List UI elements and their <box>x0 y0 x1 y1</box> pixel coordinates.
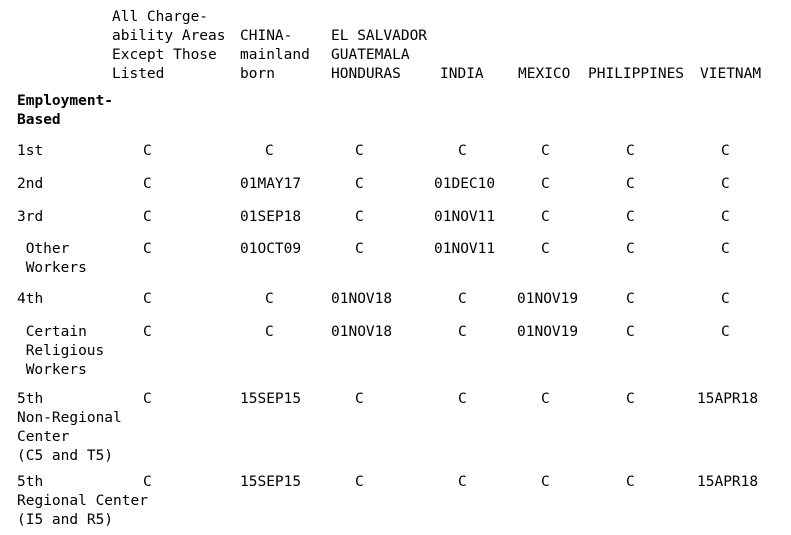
table-cell-northern_tri: C <box>355 241 364 257</box>
table-cell-philippines: C <box>626 241 635 257</box>
table-cell-china: C <box>265 324 274 340</box>
section-title-employment-based: Employment- Based <box>17 92 113 130</box>
column-header-china: mainland <box>240 47 310 63</box>
table-row-label: Certain <box>25 324 87 340</box>
table-cell-india: 01NOV11 <box>434 241 496 257</box>
table-cell-northern_tri: C <box>355 391 364 407</box>
column-header-all_areas: All Charge- <box>112 9 209 25</box>
table-cell-vietnam: C <box>721 324 730 340</box>
table-cell-northern_tri: C <box>355 143 364 159</box>
table-cell-northern_tri: 01NOV18 <box>331 324 393 340</box>
table-row-label: 3rd <box>17 209 44 225</box>
table-cell-philippines: C <box>626 209 635 225</box>
table-cell-vietnam: 15APR18 <box>697 391 759 407</box>
table-cell-india: 01DEC10 <box>434 176 496 192</box>
column-header-all_areas: Listed <box>112 66 165 82</box>
table-cell-all_areas: C <box>143 291 152 307</box>
table-cell-northern_tri: C <box>355 474 364 490</box>
table-row-label: 1st <box>17 143 44 159</box>
table-cell-all_areas: C <box>143 324 152 340</box>
table-cell-vietnam: C <box>721 209 730 225</box>
column-header-all_areas: ability Areas <box>112 28 226 44</box>
table-cell-northern_tri: C <box>355 209 364 225</box>
column-header-all_areas: Except Those <box>112 47 217 63</box>
table-cell-china: 01SEP18 <box>240 209 302 225</box>
table-cell-philippines: C <box>626 143 635 159</box>
table-row-label: Workers <box>25 362 87 378</box>
table-cell-china: C <box>265 143 274 159</box>
column-header-china: CHINA- <box>240 28 293 44</box>
column-header-philippines: PHILIPPINES <box>588 66 685 82</box>
column-header-india: INDIA <box>440 66 484 82</box>
table-cell-all_areas: C <box>143 176 152 192</box>
table-cell-mexico: 01NOV19 <box>517 324 579 340</box>
table-cell-china: 01MAY17 <box>240 176 302 192</box>
table-cell-vietnam: C <box>721 241 730 257</box>
table-cell-vietnam: C <box>721 143 730 159</box>
table-cell-india: C <box>458 291 467 307</box>
table-cell-china: 15SEP15 <box>240 474 302 490</box>
table-cell-mexico: 01NOV19 <box>517 291 579 307</box>
table-row-label: Center <box>17 429 70 445</box>
table-cell-northern_tri: 01NOV18 <box>331 291 393 307</box>
table-cell-all_areas: C <box>143 474 152 490</box>
table-cell-mexico: C <box>541 143 550 159</box>
table-row-label: Regional Center <box>17 493 148 509</box>
table-cell-india: 01NOV11 <box>434 209 496 225</box>
table-cell-philippines: C <box>626 176 635 192</box>
table-cell-india: C <box>458 391 467 407</box>
table-cell-vietnam: C <box>721 291 730 307</box>
table-cell-mexico: C <box>541 391 550 407</box>
column-header-northern_tri: EL SALVADOR <box>331 28 428 44</box>
table-cell-philippines: C <box>626 474 635 490</box>
table-cell-mexico: C <box>541 474 550 490</box>
section-title-line: Employment- <box>17 93 114 109</box>
table-row-label: Non-Regional <box>17 410 122 426</box>
table-cell-vietnam: 15APR18 <box>697 474 759 490</box>
table-row-label: 4th <box>17 291 44 307</box>
column-header-vietnam: VIETNAM <box>700 66 762 82</box>
table-cell-philippines: C <box>626 291 635 307</box>
table-cell-philippines: C <box>626 391 635 407</box>
column-header-china: born <box>240 66 275 82</box>
table-cell-china: C <box>265 291 274 307</box>
column-header-northern_tri: GUATEMALA <box>331 47 410 63</box>
table-cell-vietnam: C <box>721 176 730 192</box>
table-cell-india: C <box>458 143 467 159</box>
table-row-label: 2nd <box>17 176 44 192</box>
table-cell-china: 15SEP15 <box>240 391 302 407</box>
column-header-northern_tri: HONDURAS <box>331 66 401 82</box>
section-title-line: Based <box>17 112 61 128</box>
table-cell-all_areas: C <box>143 209 152 225</box>
table-cell-all_areas: C <box>143 391 152 407</box>
table-cell-china: 01OCT09 <box>240 241 302 257</box>
table-row-label: Other <box>25 241 70 257</box>
table-cell-all_areas: C <box>143 241 152 257</box>
table-row-label: (I5 and R5) <box>17 512 114 528</box>
table-row-label: (C5 and T5) <box>17 448 114 464</box>
table-cell-northern_tri: C <box>355 176 364 192</box>
table-row-label: Workers <box>25 260 87 276</box>
visa-bulletin-table-page: All Charge-ability Areas Except Those List… <box>0 0 791 535</box>
table-cell-mexico: C <box>541 176 550 192</box>
table-row-label: Religious <box>25 343 105 359</box>
table-cell-mexico: C <box>541 241 550 257</box>
table-cell-all_areas: C <box>143 143 152 159</box>
table-cell-mexico: C <box>541 209 550 225</box>
table-row-label: 5th <box>17 391 44 407</box>
table-cell-india: C <box>458 324 467 340</box>
table-row-label: 5th <box>17 474 44 490</box>
column-header-mexico: MEXICO <box>518 66 571 82</box>
table-cell-philippines: C <box>626 324 635 340</box>
table-cell-india: C <box>458 474 467 490</box>
